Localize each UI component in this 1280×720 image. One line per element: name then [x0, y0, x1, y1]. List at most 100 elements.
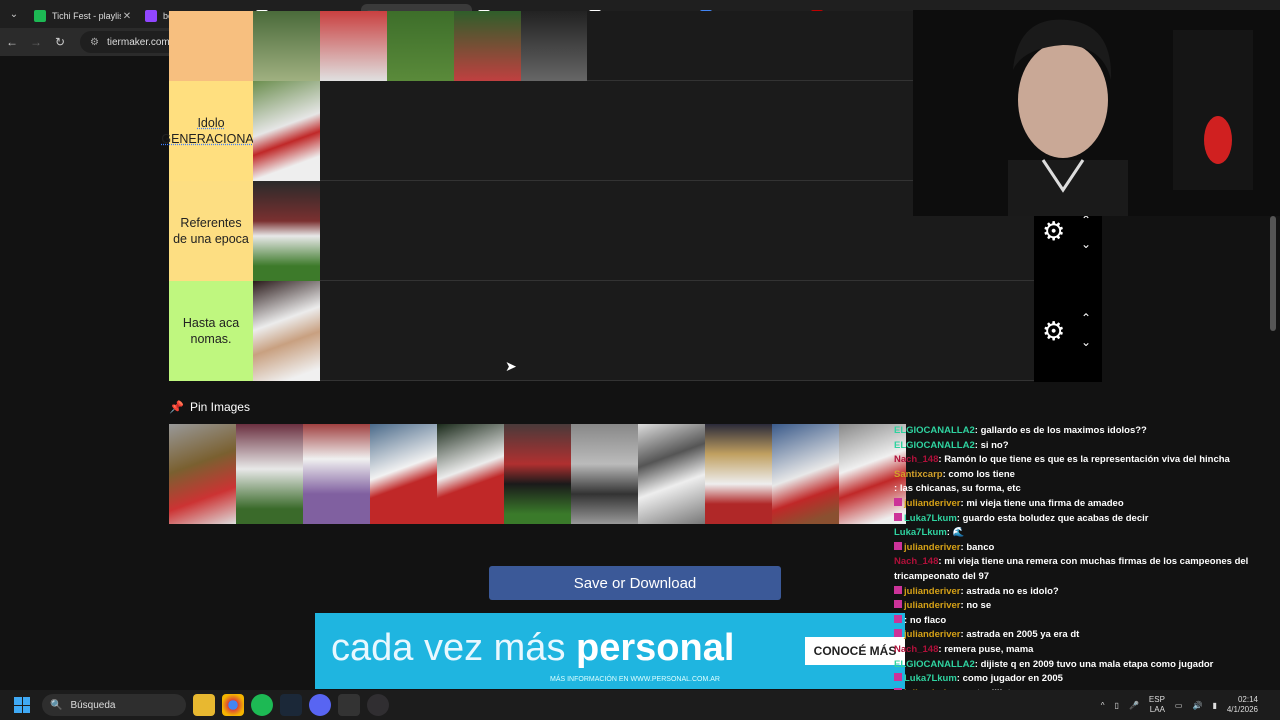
chat-text: Ramón lo que tiene es que es la represen…	[944, 454, 1230, 466]
page-scrollbar[interactable]	[1270, 216, 1276, 331]
move-down-icon[interactable]: ⌄	[1078, 232, 1094, 256]
ad-small-text: MÁS INFORMACIÓN EN WWW.PERSONAL.COM.AR	[550, 676, 720, 683]
windows-taskbar: 🔍 Búsqueda ^ ▯ 🎤 ESP LAA ▭ 🔊 ▮ 02:14 4/1/2…	[0, 690, 1280, 720]
tier-image[interactable]	[521, 11, 587, 81]
forward-icon[interactable]: →	[24, 35, 48, 49]
chat-username[interactable]: Nach_148	[894, 644, 938, 655]
site-info-icon[interactable]: ⚙	[90, 37, 99, 48]
tier-label[interactable]: Referentes de una epoca	[169, 181, 253, 281]
chat-badge-icon	[894, 673, 902, 682]
pin-icon: 📌	[169, 400, 184, 414]
tier-label[interactable]	[169, 11, 253, 81]
chat-username[interactable]: julianderiver	[904, 629, 961, 640]
network-icon[interactable]: ▭	[1175, 701, 1183, 710]
reload-icon[interactable]: ↻	[48, 35, 72, 49]
chat-username[interactable]: Nach_148	[894, 556, 938, 567]
mic-icon[interactable]: 🎤	[1129, 701, 1139, 710]
file-explorer-icon[interactable]	[193, 694, 215, 716]
pool-image[interactable]	[705, 424, 772, 524]
system-tray: ^ ▯ 🎤 ESP LAA ▭ 🔊 ▮ 02:14 4/1/2026	[1091, 690, 1258, 720]
chrome-icon[interactable]	[222, 694, 244, 716]
chat-message: julianderiver: banco	[894, 541, 1274, 556]
move-down-icon[interactable]: ⌄	[1078, 330, 1094, 354]
discord-icon[interactable]	[309, 694, 331, 716]
chat-username[interactable]: Luka7Lkum	[904, 513, 957, 524]
chat-badge-icon	[894, 600, 902, 609]
tier-label[interactable]: Hasta aca nomas.	[169, 281, 253, 381]
chat-username[interactable]: Nach_148	[894, 454, 938, 465]
chat-username[interactable]: julianderiver	[904, 586, 961, 597]
chat-text: mi vieja tiene una firma de amadeo	[966, 497, 1124, 509]
usb-icon[interactable]: ▯	[1115, 701, 1119, 710]
chat-username[interactable]: julianderiver	[904, 498, 961, 509]
app-mm-icon[interactable]	[338, 694, 360, 716]
pool-image[interactable]	[437, 424, 504, 524]
chat-text: mi vieja tiene una remera con muchas fir…	[894, 556, 1249, 582]
obs-icon[interactable]	[367, 694, 389, 716]
chat-badge-icon	[894, 614, 902, 623]
tab-title: Tichi Fest - playlis	[52, 11, 121, 21]
chat-message: Nach_148: mi vieja tiene una remera con …	[894, 555, 1274, 584]
pool-image[interactable]	[370, 424, 437, 524]
chat-message: julianderiver: astrada en 2005 ya era dt	[894, 628, 1274, 643]
windows-start-icon[interactable]	[10, 693, 34, 717]
browser-tab[interactable]: Tichi Fest - playlis ✕	[28, 4, 139, 28]
tier-image[interactable]	[253, 281, 320, 381]
image-pool	[169, 424, 906, 524]
chat-username[interactable]: julianderiver	[904, 600, 961, 611]
tray-chevron-icon[interactable]: ^	[1101, 701, 1105, 710]
chat-message: ELGIOCANALLA2: si no?	[894, 439, 1274, 454]
clock[interactable]: 02:14 4/1/2026	[1227, 695, 1258, 715]
gear-icon[interactable]: ⚙	[1042, 216, 1065, 247]
tier-controls: ⚙ ⌃ ⌄	[1034, 282, 1102, 382]
chat-username[interactable]: ELGIOCANALLA2	[894, 425, 975, 436]
stream-chat-overlay: ELGIOCANALLA2: gallardo es de los maximo…	[894, 424, 1274, 690]
chat-username[interactable]: Luka7Lkum	[904, 673, 957, 684]
pool-image[interactable]	[772, 424, 839, 524]
chat-text: no flaco	[909, 614, 947, 626]
tier-image[interactable]	[387, 11, 454, 81]
tab-search-icon[interactable]: ⌄	[0, 0, 28, 28]
chat-username[interactable]: Santixcarp	[894, 469, 943, 480]
tier-image[interactable]	[253, 181, 320, 281]
tier-image[interactable]	[320, 11, 387, 81]
back-icon[interactable]: ←	[0, 35, 24, 49]
chat-username[interactable]: julianderiver	[904, 542, 961, 553]
pool-image[interactable]	[169, 424, 236, 524]
chat-text: gallardo es de los maximos idolos??	[980, 425, 1147, 436]
volume-icon[interactable]: 🔊	[1192, 701, 1202, 710]
chat-username[interactable]: ELGIOCANALLA2	[894, 659, 975, 670]
battery-icon[interactable]: ▮	[1212, 701, 1216, 710]
close-tab-icon[interactable]: ✕	[121, 11, 133, 22]
taskbar-search[interactable]: 🔍 Búsqueda	[42, 694, 186, 716]
ad-headline: cada vez más personal	[331, 627, 734, 670]
ad-cta-button[interactable]: CONOCÉ MÁS	[805, 637, 905, 665]
clock-time: 02:14	[1237, 695, 1258, 704]
advertisement-banner[interactable]: cada vez más personal MÁS INFORMACIÓN EN…	[315, 613, 905, 689]
pool-image[interactable]	[236, 424, 303, 524]
tier-image[interactable]	[253, 11, 320, 81]
chat-username[interactable]: ELGIOCANALLA2	[894, 440, 975, 451]
chat-message: : no flaco	[894, 614, 1274, 629]
tier-image[interactable]	[454, 11, 521, 81]
pin-images-toggle[interactable]: 📌 Pin Images	[169, 400, 250, 414]
move-up-icon[interactable]: ⌃	[1078, 306, 1094, 330]
tier-row-referentes: Referentes de una epoca	[169, 181, 1034, 281]
chat-text: 🌊	[952, 527, 965, 539]
pool-image[interactable]	[638, 424, 705, 524]
chat-username[interactable]: Luka7Lkum	[894, 527, 947, 538]
pool-image[interactable]	[571, 424, 638, 524]
pool-image[interactable]	[303, 424, 370, 524]
tier-label[interactable]: Idolo GENERACIONAL	[161, 81, 261, 181]
gear-icon[interactable]: ⚙	[1042, 316, 1065, 347]
tier-image[interactable]	[253, 81, 320, 181]
steam-icon[interactable]	[280, 694, 302, 716]
chat-message: Santixcarp: como los tiene	[894, 468, 1274, 483]
save-or-download-button[interactable]: Save or Download	[489, 566, 781, 600]
language-indicator[interactable]: ESP LAA	[1149, 695, 1165, 715]
chat-text: guardo esta boludez que acabas de decir	[962, 512, 1149, 524]
chat-badge-icon	[894, 512, 902, 521]
spotify-icon[interactable]	[251, 694, 273, 716]
chat-text: astrada en 2005 ya era dt	[966, 629, 1080, 641]
pool-image[interactable]	[504, 424, 571, 524]
